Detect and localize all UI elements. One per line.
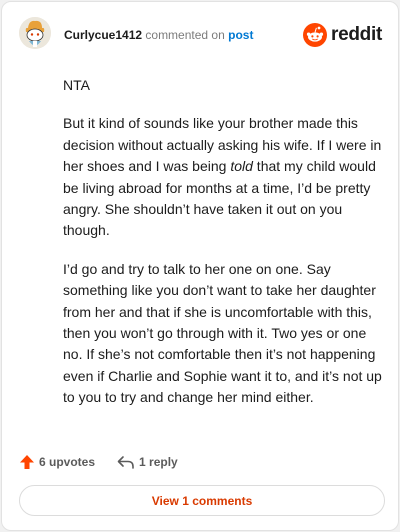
reddit-wordmark: reddit: [331, 24, 382, 45]
reply-button[interactable]: 1 reply: [117, 454, 178, 470]
comment-paragraph: NTA: [63, 77, 90, 93]
user-avatar[interactable]: [19, 17, 51, 49]
upvote-count: 6 upvotes: [39, 455, 96, 469]
reply-arrow-icon: [117, 456, 134, 469]
comment-card: Curlycue1412 commented on post reddit NT…: [1, 1, 399, 531]
comment-paragraph: I’d go and try to talk to her one on one…: [63, 260, 382, 406]
view-comments-button[interactable]: View 1 comments: [19, 485, 385, 516]
comment-paragraph: But it kind of sounds like your brother …: [63, 113, 385, 241]
snoo-avatar-icon: [19, 17, 51, 49]
emphasized-text: told: [230, 158, 253, 175]
comment-header: Curlycue1412 commented on post reddit: [19, 17, 382, 53]
upvote-arrow-icon: [20, 455, 34, 469]
upvote-button[interactable]: 6 upvotes: [19, 454, 95, 470]
comment-actions: 6 upvotes 1 reply: [19, 453, 200, 471]
reply-count: 1 reply: [139, 455, 178, 469]
reddit-brand[interactable]: reddit: [303, 22, 382, 48]
comment-body: NTA But it kind of sounds like your brot…: [63, 75, 385, 426]
commented-on-text: commented on: [145, 28, 225, 42]
username-link[interactable]: Curlycue1412: [64, 28, 142, 42]
post-link[interactable]: post: [228, 28, 253, 42]
comment-meta: Curlycue1412 commented on post: [64, 28, 253, 42]
reddit-logo-icon: [303, 23, 328, 47]
